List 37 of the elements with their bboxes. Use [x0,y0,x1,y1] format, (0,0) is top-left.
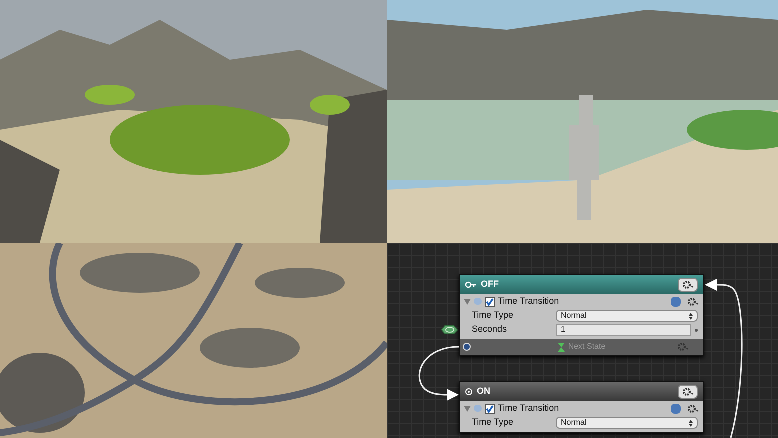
help-icon[interactable] [671,296,681,306]
state-header[interactable]: OFF [460,275,703,294]
action-title: Time Transition [498,402,560,415]
state-node[interactable]: OFF Time Transition Time Type Normal Seconds 1 Next State [459,274,704,356]
dropdown-field[interactable]: Normal [556,417,698,429]
enabled-checkbox[interactable] [485,296,495,306]
state-title: ON [477,384,490,398]
script-icon [474,405,482,412]
expand-arrow-icon[interactable] [464,406,471,412]
dropdown-field[interactable]: Normal [556,310,698,322]
number-field[interactable]: 1 [556,324,691,336]
expand-arrow-icon[interactable] [464,298,471,304]
up-down-icon [689,420,693,426]
transition-port-icon[interactable] [463,343,471,351]
help-icon[interactable] [671,404,681,414]
enabled-checkbox[interactable] [485,404,495,414]
settings-icon [687,296,699,306]
field-label: Time Type [472,416,515,430]
state-title: OFF [481,278,499,291]
circle-icon [465,388,473,396]
field-label: Seconds [472,323,508,336]
action-title: Time Transition [498,294,560,308]
settings-button[interactable] [678,384,698,398]
state-header[interactable]: ON [460,382,703,401]
settings-icon [677,342,689,352]
transition-label: Next State [568,341,606,353]
settings-icon [682,280,694,290]
settings-icon [682,386,694,396]
event-port-icon[interactable] [441,324,459,336]
settings-icon [687,404,699,414]
up-down-icon [689,312,693,320]
field-label: Time Type [472,309,515,322]
state-node[interactable]: ON Time Transition Time Type Normal [459,381,704,433]
script-icon [474,298,482,305]
hourglass-icon [557,342,566,352]
key-icon [465,280,477,288]
settings-button[interactable] [678,278,698,292]
